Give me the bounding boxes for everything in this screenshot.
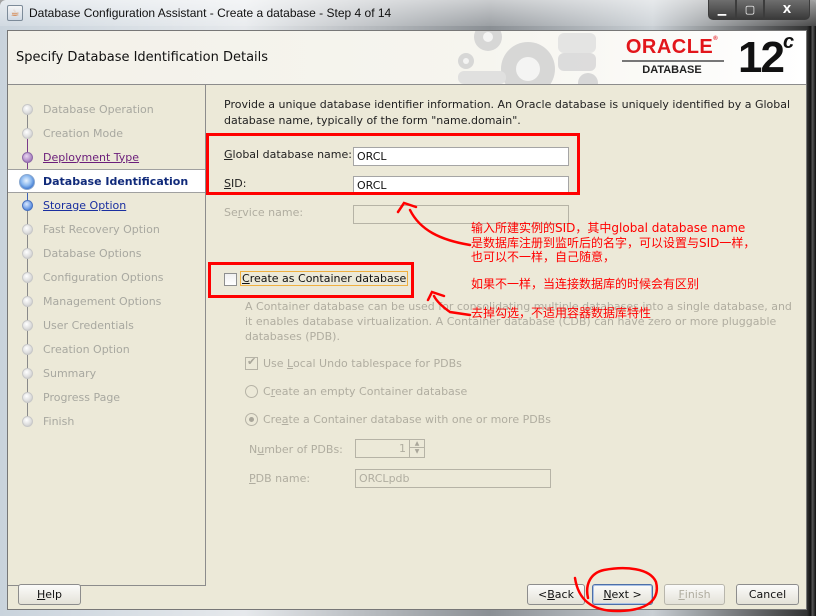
pdb-name-label: PDB name: bbox=[249, 472, 311, 485]
title-bar[interactable]: ☕ Database Configuration Assistant - Cre… bbox=[0, 0, 816, 26]
step-item: Progress Page bbox=[8, 385, 205, 409]
radio-selected-dot bbox=[249, 417, 254, 422]
oracle-logo: ORACLE® DATABASE bbox=[620, 36, 740, 80]
cancel-button[interactable]: Cancel bbox=[736, 584, 799, 605]
step-indicator-icon bbox=[22, 104, 33, 115]
java-app-icon: ☕ bbox=[7, 5, 23, 21]
step-item: User Credentials bbox=[8, 313, 205, 337]
step-item: Finish bbox=[8, 409, 205, 433]
service-name-label: Service name: bbox=[224, 206, 304, 219]
step-item: Creation Option bbox=[8, 337, 205, 361]
checkmark-icon: ✔ bbox=[247, 355, 257, 368]
step-label: Database Operation bbox=[43, 102, 154, 116]
step-indicator-icon bbox=[19, 174, 35, 190]
step-item: Creation Mode bbox=[8, 121, 205, 145]
num-pdbs-label: Number of PDBs: bbox=[249, 443, 343, 456]
step-item[interactable]: Storage Option bbox=[8, 193, 205, 217]
minimize-icon: ▁ bbox=[717, 3, 727, 16]
step-indicator-icon bbox=[22, 128, 33, 139]
step-indicator-icon bbox=[22, 416, 33, 427]
oracle-brand: ORACLE® bbox=[625, 36, 719, 58]
annotation-box-container bbox=[208, 262, 414, 298]
gears-decoration-icon bbox=[458, 31, 598, 84]
step-item: Fast Recovery Option bbox=[8, 217, 205, 241]
window-controls: ▁ ▢ X bbox=[708, 0, 810, 20]
annotation-note-line4: 如果不一样，当连接数据库的时候会有区别 bbox=[471, 277, 700, 291]
step-label: Fast Recovery Option bbox=[43, 222, 160, 236]
step-label: Progress Page bbox=[43, 390, 121, 404]
step-label[interactable]: Storage Option bbox=[43, 199, 126, 212]
step-item: Management Options bbox=[8, 289, 205, 313]
next-button[interactable]: Next > bbox=[592, 584, 653, 605]
close-button[interactable]: X bbox=[764, 0, 810, 20]
annotation-note-line1: 输入所建实例的SID，其中global database name bbox=[471, 221, 746, 235]
step-label: Database Identification bbox=[43, 174, 189, 188]
page-description: Provide a unique database identifier inf… bbox=[224, 98, 791, 127]
spinner-up-icon[interactable]: ▲ bbox=[410, 440, 424, 448]
back-button[interactable]: < Back bbox=[527, 584, 585, 605]
step-label: Creation Option bbox=[43, 342, 130, 356]
close-icon: X bbox=[782, 3, 792, 16]
step-label: Summary bbox=[43, 366, 97, 380]
local-undo-label: Use Local Undo tablespace for PDBs bbox=[263, 357, 462, 370]
step-item: Summary bbox=[8, 361, 205, 385]
step-label: Management Options bbox=[43, 294, 162, 308]
step-item: Database Options bbox=[8, 241, 205, 265]
oracle-product: DATABASE bbox=[642, 64, 702, 76]
step-indicator-icon bbox=[22, 320, 33, 331]
window-edge bbox=[807, 26, 816, 616]
step-item: Configuration Options bbox=[8, 265, 205, 289]
minimize-button[interactable]: ▁ bbox=[708, 0, 736, 20]
cdb-with-pdbs-radio[interactable] bbox=[245, 413, 258, 426]
local-undo-checkbox[interactable]: ✔ bbox=[245, 355, 258, 370]
step-indicator-icon bbox=[22, 152, 33, 163]
maximize-icon: ▢ bbox=[744, 3, 756, 16]
spinner-down-icon[interactable]: ▼ bbox=[410, 448, 424, 456]
spinner-arrows[interactable]: ▲ ▼ bbox=[409, 440, 424, 457]
step-indicator-icon bbox=[22, 392, 33, 403]
step-item[interactable]: Deployment Type bbox=[8, 145, 205, 169]
step-indicator-icon bbox=[22, 368, 33, 379]
step-label: Configuration Options bbox=[43, 270, 164, 284]
empty-cdb-radio[interactable] bbox=[245, 385, 258, 398]
logo-rule bbox=[622, 60, 724, 62]
wizard-dialog: Specify Database Identification Details … bbox=[7, 30, 807, 610]
step-indicator-icon bbox=[22, 344, 33, 355]
annotation-note-line2: 是数据库注册到监听后的名字，可以设置与SID一样， bbox=[471, 236, 756, 250]
step-label: Creation Mode bbox=[43, 126, 124, 140]
step-label: Finish bbox=[43, 414, 75, 428]
step-indicator-icon bbox=[22, 248, 33, 259]
step-indicator-icon bbox=[22, 224, 33, 235]
annotation-box-identifiers bbox=[206, 133, 580, 195]
help-button[interactable]: Help bbox=[18, 584, 81, 605]
step-indicator-icon bbox=[22, 200, 33, 211]
annotation-note-container: 去掉勾选，不适用容器数据库特性 bbox=[471, 306, 652, 320]
step-label: User Credentials bbox=[43, 318, 134, 332]
cdb-with-pdbs-label: Create a Container database with one or … bbox=[263, 413, 551, 426]
finish-button[interactable]: Finish bbox=[664, 584, 725, 605]
step-label[interactable]: Deployment Type bbox=[43, 151, 139, 164]
page-title: Specify Database Identification Details bbox=[16, 50, 269, 65]
step-item: Database Operation bbox=[8, 97, 205, 121]
num-pdbs-spinner[interactable]: 1 ▲ ▼ bbox=[355, 439, 425, 458]
step-indicator-icon bbox=[22, 296, 33, 307]
pdb-name-input[interactable] bbox=[355, 469, 551, 488]
window-title: Database Configuration Assistant - Creat… bbox=[29, 6, 392, 20]
empty-cdb-label: Create an empty Container database bbox=[263, 385, 468, 398]
steps-panel: Database Operation Creation Mode Deploymen… bbox=[8, 85, 206, 586]
step-item: Database Identification bbox=[8, 169, 205, 193]
step-indicator-icon bbox=[22, 272, 33, 283]
header-banner: Specify Database Identification Details … bbox=[8, 31, 806, 85]
version-badge: 12c bbox=[738, 31, 795, 82]
maximize-button[interactable]: ▢ bbox=[736, 0, 764, 20]
step-label: Database Options bbox=[43, 246, 142, 260]
annotation-note-line3: 也可以不一样，自己随意， bbox=[471, 250, 616, 264]
